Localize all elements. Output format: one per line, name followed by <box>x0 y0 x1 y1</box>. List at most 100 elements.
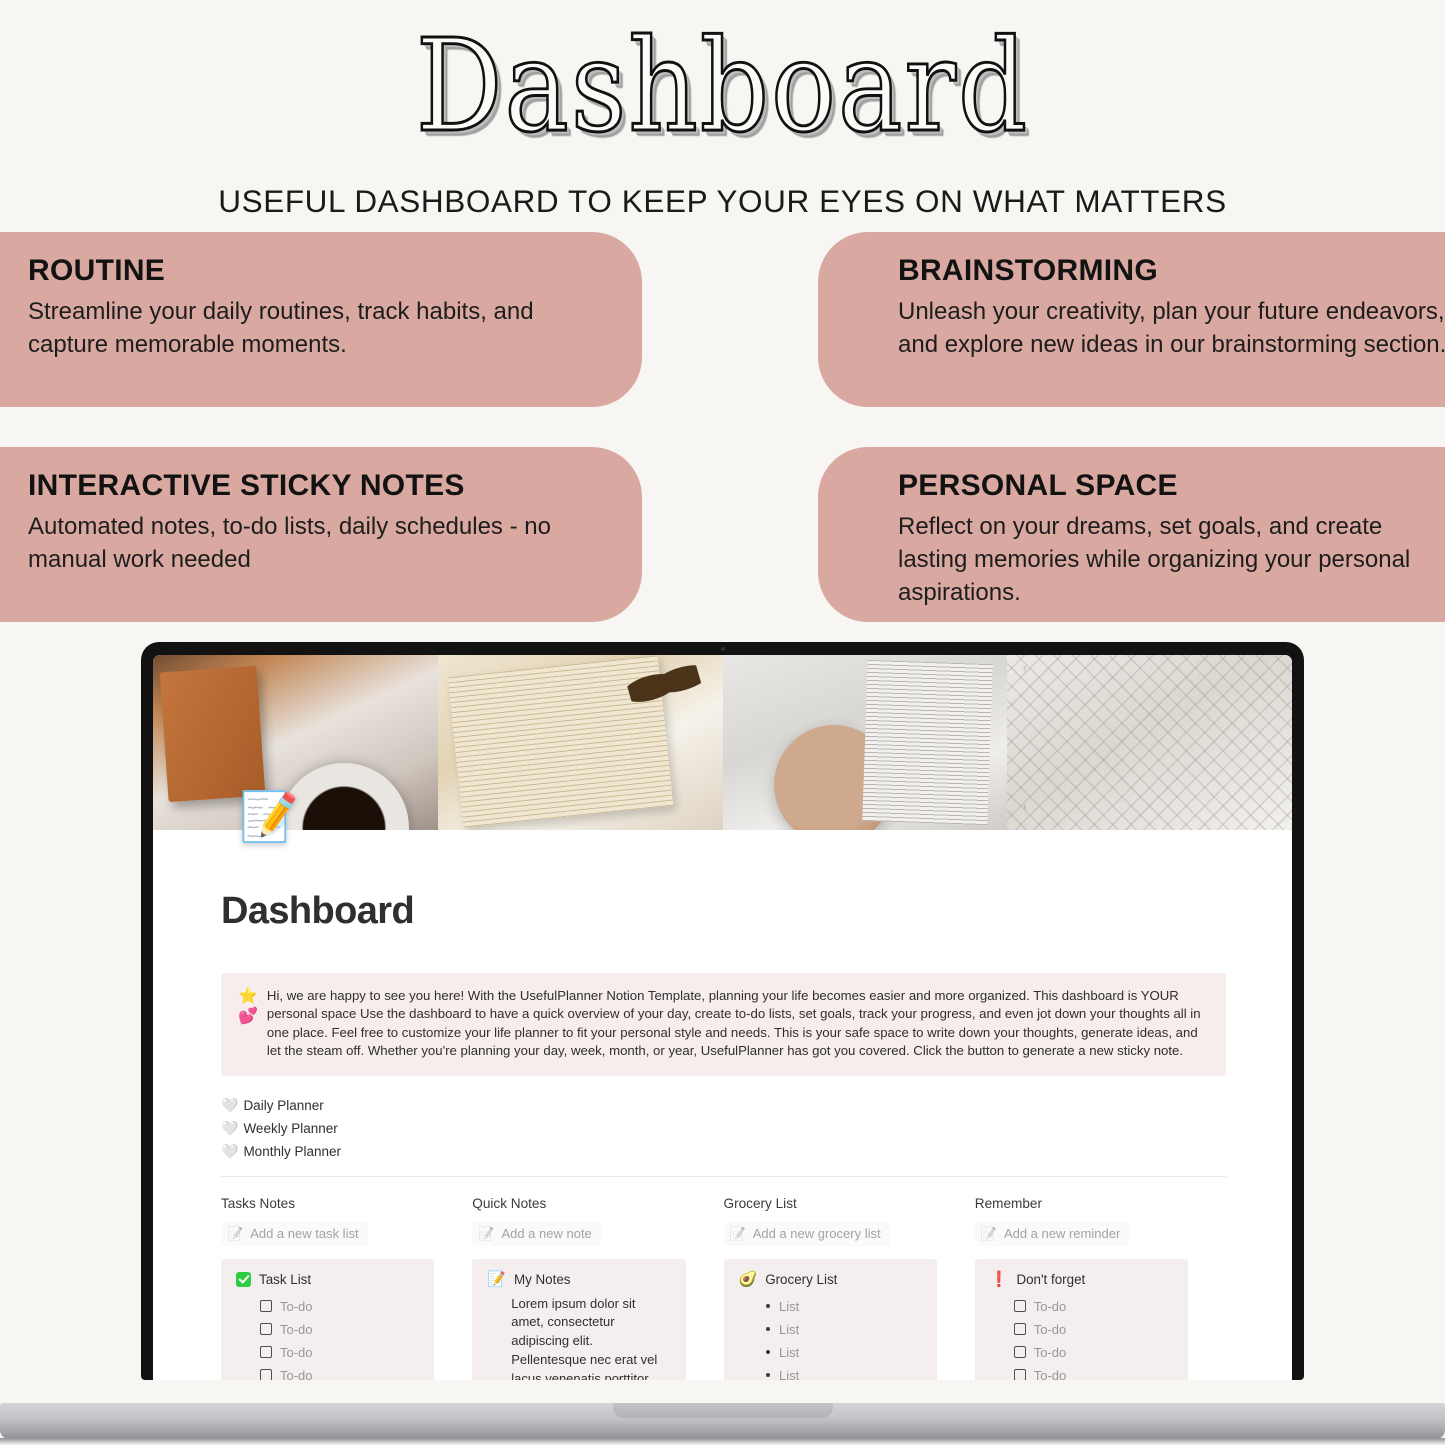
cover-panel-latte-book <box>722 655 1008 830</box>
feature-card-title: BRAINSTORMING <box>898 254 1159 287</box>
list-item-label: List <box>779 1298 800 1314</box>
feature-card-personal-space: PERSONAL SPACE Reflect on your dreams, s… <box>818 447 1445 622</box>
todo-label: To-do <box>280 1344 313 1360</box>
column-remember: Remember 📝 Add a new reminder ❗ Don't fo… <box>974 1196 1226 1380</box>
list-item-label: List <box>779 1367 800 1380</box>
section-divider <box>221 1175 1226 1177</box>
welcome-callout: ⭐ 💕 Hi, we are happy to see you here! Wi… <box>221 973 1226 1076</box>
checkbox-icon[interactable] <box>1013 1323 1026 1336</box>
add-button-label: Add a new reminder <box>1003 1226 1121 1242</box>
page-link-icon: 🤍 <box>221 1143 239 1160</box>
feature-card-title: PERSONAL SPACE <box>898 469 1178 502</box>
feature-card-title: ROUTINE <box>28 254 166 287</box>
add-reminder-button[interactable]: 📝 Add a new reminder <box>974 1221 1130 1246</box>
planner-link-monthly[interactable]: 🤍 Monthly Planner <box>221 1140 1226 1163</box>
memo-icon: 📝 <box>478 1225 495 1241</box>
feature-card-description: Streamline your daily routines, track ha… <box>28 298 534 359</box>
sticky-note-my-notes[interactable]: 📝 My Notes Lorem ipsum dolor sit amet, c… <box>472 1258 686 1380</box>
exclamation-icon: ❗ <box>989 1270 1009 1288</box>
todo-item[interactable]: To-do <box>236 1341 419 1364</box>
feature-card-brainstorming: BRAINSTORMING Unleash your creativity, p… <box>818 232 1445 407</box>
feature-card-routine: ROUTINE Streamline your daily routines, … <box>0 232 642 407</box>
page-link-icon: 🤍 <box>221 1120 239 1137</box>
todo-label: To-do <box>280 1298 313 1314</box>
todo-label: To-do <box>280 1367 313 1380</box>
sticky-note-title: My Notes <box>513 1271 571 1287</box>
sticky-note-task-list[interactable]: Task List To-do To-do To-do To-do <box>221 1258 435 1380</box>
memo-icon[interactable]: 📝 <box>239 794 299 842</box>
list-item[interactable]: List <box>739 1318 922 1341</box>
sticky-note-dont-forget[interactable]: ❗ Don't forget To-do To-do To-do To-do <box>974 1258 1188 1380</box>
todo-item[interactable]: To-do <box>990 1341 1173 1364</box>
avocado-icon: 🥑 <box>738 1270 758 1288</box>
bullet-icon <box>765 1303 770 1309</box>
column-heading: Grocery List <box>723 1195 797 1211</box>
checkbox-icon[interactable] <box>260 1300 272 1313</box>
sticky-note-header: ❗ Don't forget <box>990 1272 1173 1287</box>
callout-text: Hi, we are happy to see you here! With t… <box>266 988 1201 1059</box>
add-button-label: Add a new note <box>501 1226 592 1242</box>
add-button-label: Add a new grocery list <box>752 1226 881 1242</box>
todo-item[interactable]: To-do <box>990 1318 1173 1341</box>
feature-card-title: INTERACTIVE STICKY NOTES <box>28 469 465 502</box>
feature-card-description: Unleash your creativity, plan your futur… <box>898 298 1445 359</box>
column-heading: Quick Notes <box>472 1195 547 1211</box>
memo-icon: 📝 <box>487 1270 506 1288</box>
list-item-label: List <box>779 1344 800 1360</box>
todo-item[interactable]: To-do <box>236 1318 419 1341</box>
sticky-note-title: Grocery List <box>765 1271 838 1287</box>
bullet-icon <box>765 1326 770 1332</box>
planner-link-daily[interactable]: 🤍 Daily Planner <box>221 1094 1226 1117</box>
todo-item[interactable]: To-do <box>236 1364 419 1380</box>
feature-card-row-1: ROUTINE Streamline your daily routines, … <box>0 232 1445 407</box>
star-icon: ⭐ <box>238 988 258 1005</box>
list-item[interactable]: List <box>739 1295 922 1318</box>
notion-page-title: Dashboard <box>221 890 415 932</box>
bullet-icon <box>765 1372 770 1378</box>
todo-label: To-do <box>1033 1321 1067 1337</box>
sticky-note-header: Task List <box>236 1271 419 1287</box>
add-button-label: Add a new task list <box>250 1226 359 1242</box>
memo-icon: 📝 <box>980 1225 997 1241</box>
add-note-button[interactable]: 📝 Add a new note <box>472 1221 601 1246</box>
laptop-base-shadow <box>0 1438 1445 1445</box>
checkbox-icon[interactable] <box>1013 1300 1026 1313</box>
list-item[interactable]: List <box>739 1341 922 1364</box>
sticky-note-title: Task List <box>259 1271 312 1287</box>
checkbox-icon[interactable] <box>260 1369 272 1380</box>
page-cover-collage <box>153 655 1292 830</box>
todo-label: To-do <box>280 1321 313 1337</box>
feature-card-interactive-sticky-notes: INTERACTIVE STICKY NOTES Automated notes… <box>0 447 642 622</box>
checkbox-icon[interactable] <box>1013 1346 1026 1359</box>
checkbox-icon[interactable] <box>260 1323 272 1336</box>
sticky-note-grocery-list[interactable]: 🥑 Grocery List List List List List <box>723 1258 937 1380</box>
todo-item[interactable]: To-do <box>236 1295 419 1318</box>
checkbox-icon[interactable] <box>260 1346 272 1359</box>
todo-item[interactable]: To-do <box>990 1364 1173 1380</box>
laptop-mockup: 📝 Dashboard ⭐ 💕 Hi, we are happy to see … <box>0 642 1445 1445</box>
sticky-note-header: 📝 My Notes <box>487 1272 670 1287</box>
notion-page-body: Dashboard ⭐ 💕 Hi, we are happy to see yo… <box>153 830 1292 1380</box>
column-tasks-notes: Tasks Notes 📝 Add a new task list Task L… <box>221 1196 472 1380</box>
planner-link-label: Monthly Planner <box>243 1143 341 1159</box>
checkbox-icon[interactable] <box>1013 1369 1026 1380</box>
green-check-icon <box>236 1271 251 1287</box>
planner-link-label: Daily Planner <box>243 1097 324 1113</box>
planner-link-weekly[interactable]: 🤍 Weekly Planner <box>221 1117 1226 1140</box>
feature-cards-region: ROUTINE Streamline your daily routines, … <box>0 232 1445 662</box>
list-item[interactable]: List <box>739 1364 922 1380</box>
todo-label: To-do <box>1033 1367 1067 1380</box>
add-task-list-button[interactable]: 📝 Add a new task list <box>221 1221 368 1246</box>
webcam-icon <box>720 647 725 651</box>
add-grocery-list-button[interactable]: 📝 Add a new grocery list <box>723 1221 890 1246</box>
page-title: Dashboard <box>415 13 1030 161</box>
memo-icon: 📝 <box>729 1225 746 1241</box>
cover-panel-fabric-shadow <box>1007 655 1292 830</box>
page-header: Dashboard USEFUL DASHBOARD TO KEEP YOUR … <box>0 0 1445 220</box>
hearts-icon: 💕 <box>238 1008 258 1025</box>
page-link-icon: 🤍 <box>221 1097 239 1114</box>
column-heading: Tasks Notes <box>221 1195 296 1211</box>
feature-card-row-2: INTERACTIVE STICKY NOTES Automated notes… <box>0 447 1445 622</box>
feature-card-description: Reflect on your dreams, set goals, and c… <box>898 513 1411 607</box>
todo-item[interactable]: To-do <box>990 1295 1173 1318</box>
